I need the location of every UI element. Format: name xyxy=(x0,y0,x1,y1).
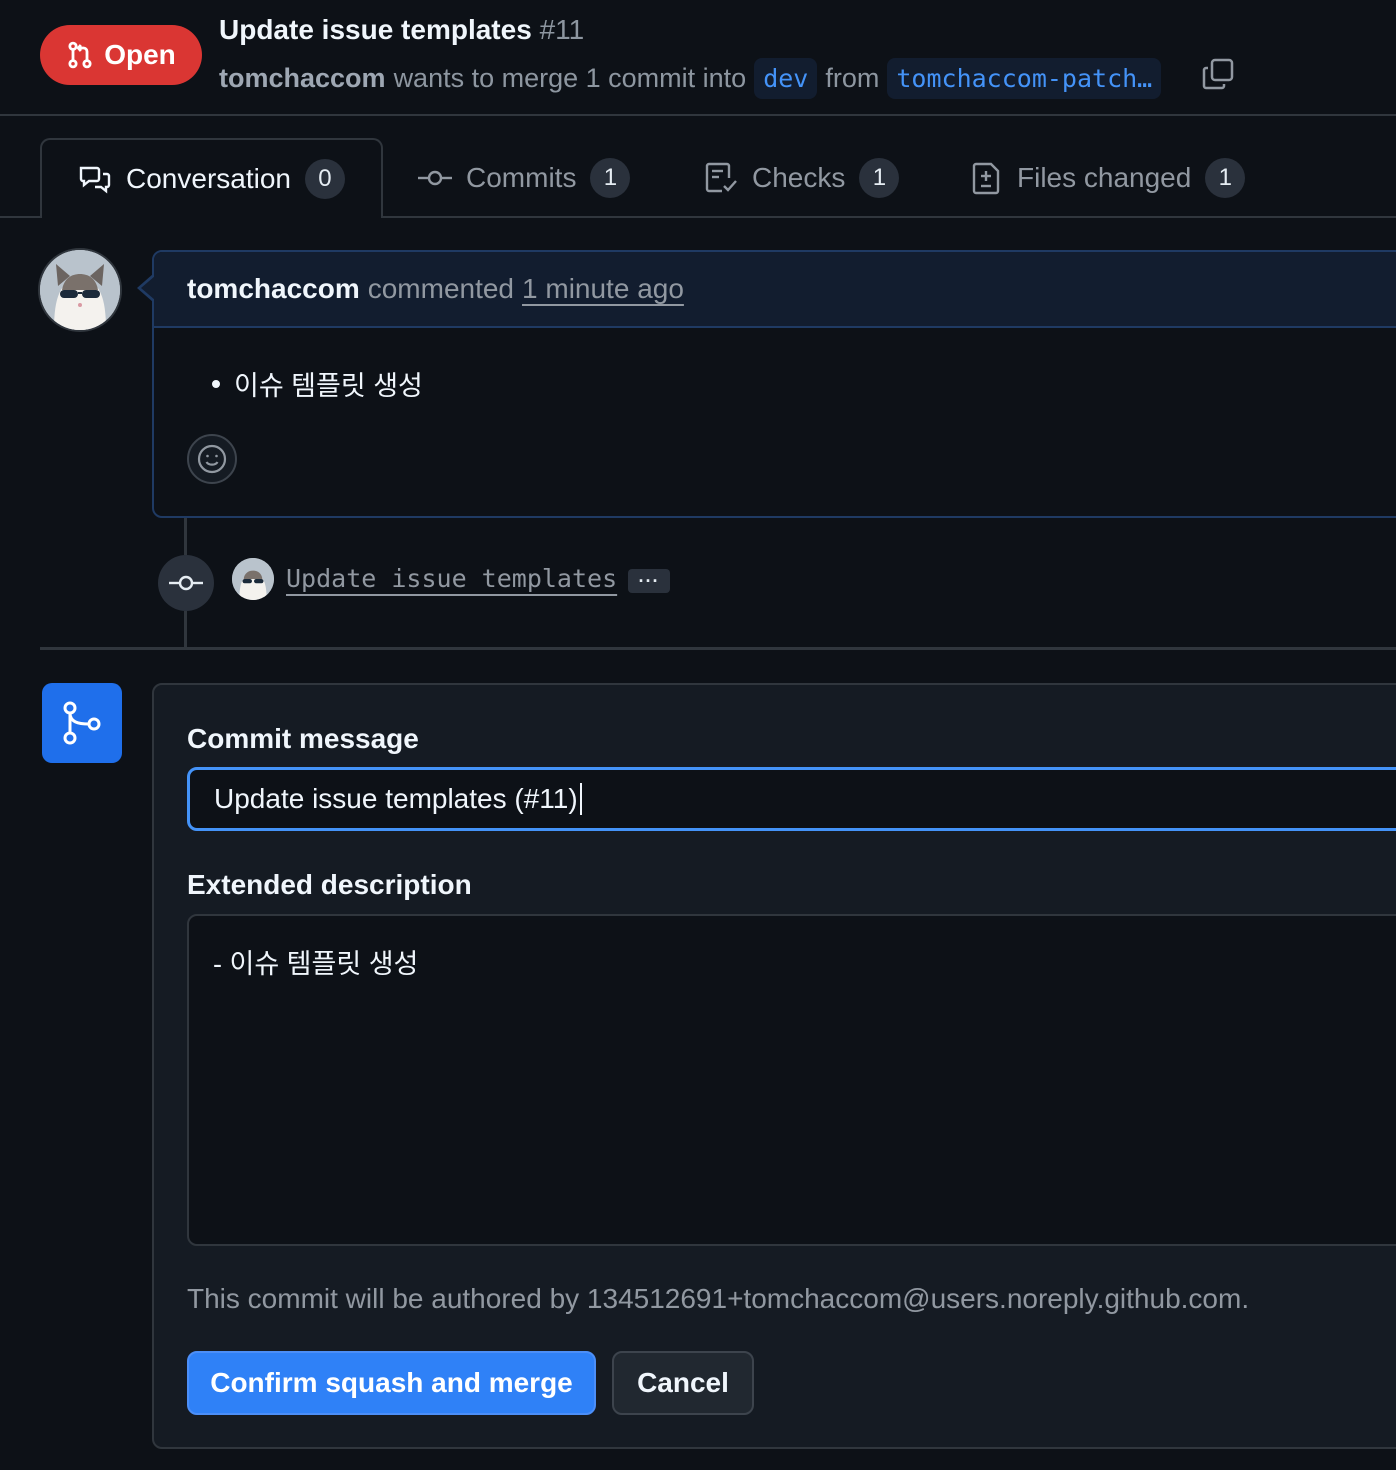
comment-header: tomchaccom commented 1 minute ago xyxy=(154,252,1396,328)
timeline-line xyxy=(184,518,187,555)
comment-body-text: 이슈 템플릿 생성 xyxy=(234,371,423,401)
git-commit-icon xyxy=(418,168,452,188)
add-reaction-button[interactable] xyxy=(187,434,237,484)
merge-text: wants to merge 1 commit into xyxy=(393,62,747,93)
copy-icon[interactable] xyxy=(1200,56,1240,96)
text-caret xyxy=(579,783,582,815)
cancel-button[interactable]: Cancel xyxy=(612,1351,754,1415)
tab-label: Files changed xyxy=(1017,162,1192,193)
timeline-divider xyxy=(40,647,1396,650)
extended-description-value: - 이슈 템플릿 생성 xyxy=(213,949,419,979)
tab-label: Checks xyxy=(752,162,846,193)
comment-action: commented xyxy=(367,273,515,304)
extended-description-label: Extended description xyxy=(187,869,472,900)
timeline-line xyxy=(184,611,187,647)
comment-list-item: 이슈 템플릿 생성 xyxy=(212,364,423,403)
commit-message-input[interactable]: Update issue templates (#11) xyxy=(187,767,1396,831)
avatar[interactable] xyxy=(232,558,274,600)
comment-card: tomchaccom commented 1 minute ago 이슈 템플릿… xyxy=(152,250,1396,518)
commit-expand-button[interactable]: ··· xyxy=(628,569,670,593)
tab-files-changed[interactable]: Files changed 1 xyxy=(971,138,1246,218)
pr-merge-summary: tomchaccom wants to merge 1 commit into … xyxy=(219,56,1162,100)
git-merge-icon xyxy=(42,683,122,763)
commit-message-link[interactable]: Update issue templates xyxy=(286,564,617,593)
comment-author[interactable]: tomchaccom xyxy=(187,273,360,305)
pr-number: #11 xyxy=(539,14,585,45)
pr-title: Update issue templates #11 xyxy=(219,14,584,46)
avatar[interactable] xyxy=(38,248,122,332)
bullet-dot xyxy=(212,379,220,388)
head-branch[interactable]: tomchaccom-patch… xyxy=(887,57,1162,99)
commit-author-note: This commit will be authored by 13451269… xyxy=(187,1283,1250,1314)
status-label: Open xyxy=(104,39,176,70)
pr-title-text: Update issue templates xyxy=(219,14,532,45)
tab-counter: 1 xyxy=(590,158,631,198)
commit-message-label: Commit message xyxy=(187,723,419,754)
base-branch[interactable]: dev xyxy=(754,57,818,99)
git-commit-icon xyxy=(158,555,214,611)
file-diff-icon xyxy=(971,161,1003,195)
smiley-icon xyxy=(196,443,228,475)
merge-form: Commit message Update issue templates (#… xyxy=(152,683,1396,1449)
pr-author-link[interactable]: tomchaccom xyxy=(219,63,386,94)
tab-counter: 1 xyxy=(1205,158,1246,198)
tab-counter: 0 xyxy=(304,159,345,199)
tab-counter: 1 xyxy=(859,158,900,198)
extended-description-textarea[interactable]: - 이슈 템플릿 생성 xyxy=(187,914,1396,1246)
tab-conversation[interactable]: Conversation 0 xyxy=(40,138,383,218)
tab-label: Conversation xyxy=(126,163,291,194)
comment-pointer-inner xyxy=(141,276,155,300)
tab-commits[interactable]: Commits 1 xyxy=(418,138,631,218)
header-divider xyxy=(0,114,1396,116)
comment-timestamp[interactable]: 1 minute ago xyxy=(522,273,684,305)
checklist-icon xyxy=(704,161,738,195)
confirm-squash-merge-button[interactable]: Confirm squash and merge xyxy=(187,1351,596,1415)
git-pull-request-icon xyxy=(66,40,94,70)
tab-label: Commits xyxy=(466,162,577,193)
merge-from-text: from xyxy=(825,62,880,93)
tab-checks[interactable]: Checks 1 xyxy=(704,138,900,218)
pr-status-badge: Open xyxy=(40,25,202,85)
comment-discussion-icon xyxy=(78,164,112,194)
commit-message-value: Update issue templates (#11) xyxy=(214,783,578,814)
